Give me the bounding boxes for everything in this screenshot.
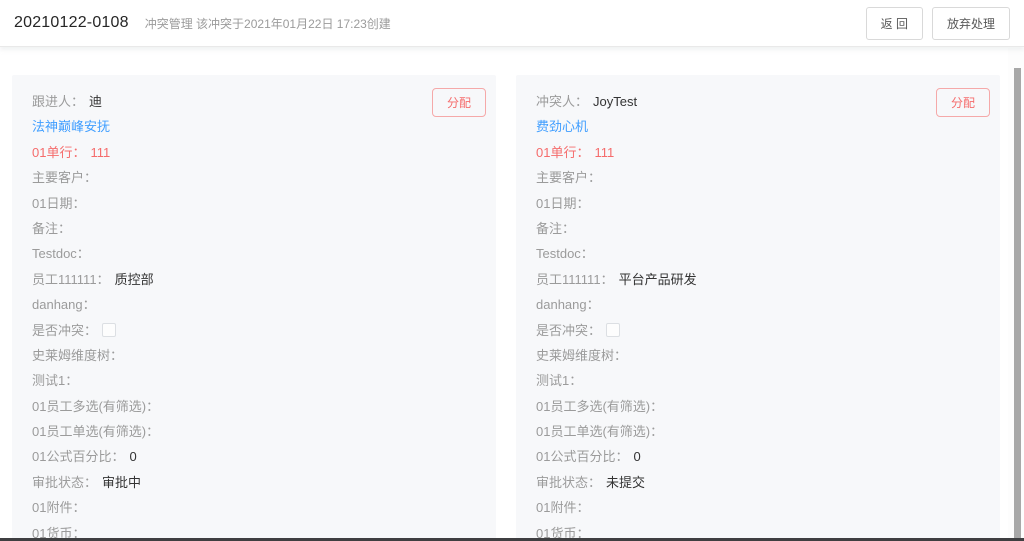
field-row: 主要客户： (536, 169, 980, 187)
person-value: 迪 (89, 94, 102, 109)
field-label: 测试1： (536, 373, 582, 388)
field-row: 01附件： (536, 499, 980, 517)
page-header: 20210122-0108 冲突管理 该冲突于2021年01月22日 17:23… (0, 0, 1024, 47)
field-row: 主要客户： (32, 169, 476, 187)
field-label: 01日期： (536, 196, 589, 211)
field-row: 01员工单选(有筛选)： (536, 423, 980, 441)
field-row: 01附件： (32, 499, 476, 517)
field-row: 是否冲突： (32, 322, 476, 340)
assign-button-right[interactable]: 分配 (936, 88, 990, 117)
highlight-value: 111 (594, 145, 614, 160)
field-label: 测试1： (32, 373, 78, 388)
field-row: 审批状态： 未提交 (536, 474, 980, 492)
back-button[interactable]: 返 回 (866, 7, 923, 40)
highlight-value: 111 (90, 145, 110, 160)
field-label: Testdoc： (536, 246, 594, 261)
field-row: 是否冲突： (536, 322, 980, 340)
field-row: 01员工多选(有筛选)： (536, 398, 980, 416)
field-row: Testdoc： (536, 245, 980, 263)
field-label: 01员工多选(有筛选)： (32, 399, 159, 414)
field-label: 01员工单选(有筛选)： (536, 424, 663, 439)
record-link[interactable]: 法神巅峰安抚 (32, 119, 110, 134)
vertical-scrollbar-thumb[interactable] (1014, 68, 1021, 541)
field-label: 员工111111： (536, 272, 614, 287)
field-label: 员工111111： (32, 272, 110, 287)
field-label: 史莱姆维度树： (536, 348, 627, 363)
field-row: 01员工单选(有筛选)： (32, 423, 476, 441)
person-row: 跟进人： 迪 (32, 93, 476, 111)
person-value: JoyTest (593, 94, 637, 109)
field-row: 01员工多选(有筛选)： (32, 398, 476, 416)
assign-button-left[interactable]: 分配 (432, 88, 486, 117)
highlight-label: 01单行： (32, 145, 85, 160)
field-row: 测试1： (32, 372, 476, 390)
conflict-checkbox[interactable] (102, 323, 116, 337)
field-label: 01附件： (536, 500, 589, 515)
field-label: 审批状态： (536, 475, 601, 490)
conflict-checkbox[interactable] (606, 323, 620, 337)
person-label: 冲突人： (536, 94, 588, 109)
field-row: 员工111111： 平台产品研发 (536, 271, 980, 289)
field-row: 史莱姆维度树： (536, 347, 980, 365)
conflict-person-card: 分配 冲突人： JoyTest 费劲心机 01单行： 111 主要客户： 01日期：… (516, 75, 1000, 541)
field-row: 审批状态： 审批中 (32, 474, 476, 492)
highlight-row: 01单行： 111 (536, 144, 980, 162)
field-label: 主要客户： (32, 170, 97, 185)
field-row: 01公式百分比： 0 (536, 448, 980, 466)
record-id-title: 20210122-0108 (14, 14, 129, 32)
field-row: 测试1： (536, 372, 980, 390)
field-row: 员工111111： 质控部 (32, 271, 476, 289)
field-value: 0 (129, 449, 136, 464)
field-row: 备注： (32, 220, 476, 238)
field-row: danhang： (32, 296, 476, 314)
field-label: 01员工单选(有筛选)： (32, 424, 159, 439)
field-row: 史莱姆维度树： (32, 347, 476, 365)
field-label: danhang： (536, 297, 600, 312)
field-row: 01公式百分比： 0 (32, 448, 476, 466)
record-link-row: 费劲心机 (536, 118, 980, 136)
field-label: 01附件： (32, 500, 85, 515)
field-label: 01公式百分比： (32, 449, 124, 464)
field-label: 主要客户： (536, 170, 601, 185)
field-label: Testdoc： (32, 246, 90, 261)
field-label: 是否冲突： (536, 323, 601, 338)
field-value: 0 (633, 449, 640, 464)
field-label: 备注： (536, 221, 575, 236)
field-value: 未提交 (606, 475, 645, 490)
field-value: 平台产品研发 (619, 272, 697, 287)
field-label: 备注： (32, 221, 71, 236)
highlight-label: 01单行： (536, 145, 589, 160)
record-link-row: 法神巅峰安抚 (32, 118, 476, 136)
person-label: 跟进人： (32, 94, 84, 109)
field-row: 01日期： (32, 195, 476, 213)
field-row: 备注： (536, 220, 980, 238)
highlight-row: 01单行： 111 (32, 144, 476, 162)
field-value: 审批中 (102, 475, 141, 490)
field-label: 史莱姆维度树： (32, 348, 123, 363)
field-label: 审批状态： (32, 475, 97, 490)
field-label: 01日期： (32, 196, 85, 211)
field-row: danhang： (536, 296, 980, 314)
conflict-subtitle: 冲突管理 该冲突于2021年01月22日 17:23创建 (145, 15, 391, 32)
record-link[interactable]: 费劲心机 (536, 119, 588, 134)
field-label: 是否冲突： (32, 323, 97, 338)
field-list: 主要客户： 01日期： 备注： Testdoc： 员工111111： 质控部 da… (32, 169, 476, 541)
field-label: 01员工多选(有筛选)： (536, 399, 663, 414)
followup-person-card: 分配 跟进人： 迪 法神巅峰安抚 01单行： 111 主要客户： 01日期： 备注：… (12, 75, 496, 541)
field-row: 01日期： (536, 195, 980, 213)
field-list: 主要客户： 01日期： 备注： Testdoc： 员工111111： 平台产品研发… (536, 169, 980, 541)
field-label: danhang： (32, 297, 96, 312)
field-value: 质控部 (115, 272, 154, 287)
field-row: Testdoc： (32, 245, 476, 263)
person-row: 冲突人： JoyTest (536, 93, 980, 111)
abandon-button[interactable]: 放弃处理 (932, 7, 1010, 40)
field-label: 01公式百分比： (536, 449, 628, 464)
